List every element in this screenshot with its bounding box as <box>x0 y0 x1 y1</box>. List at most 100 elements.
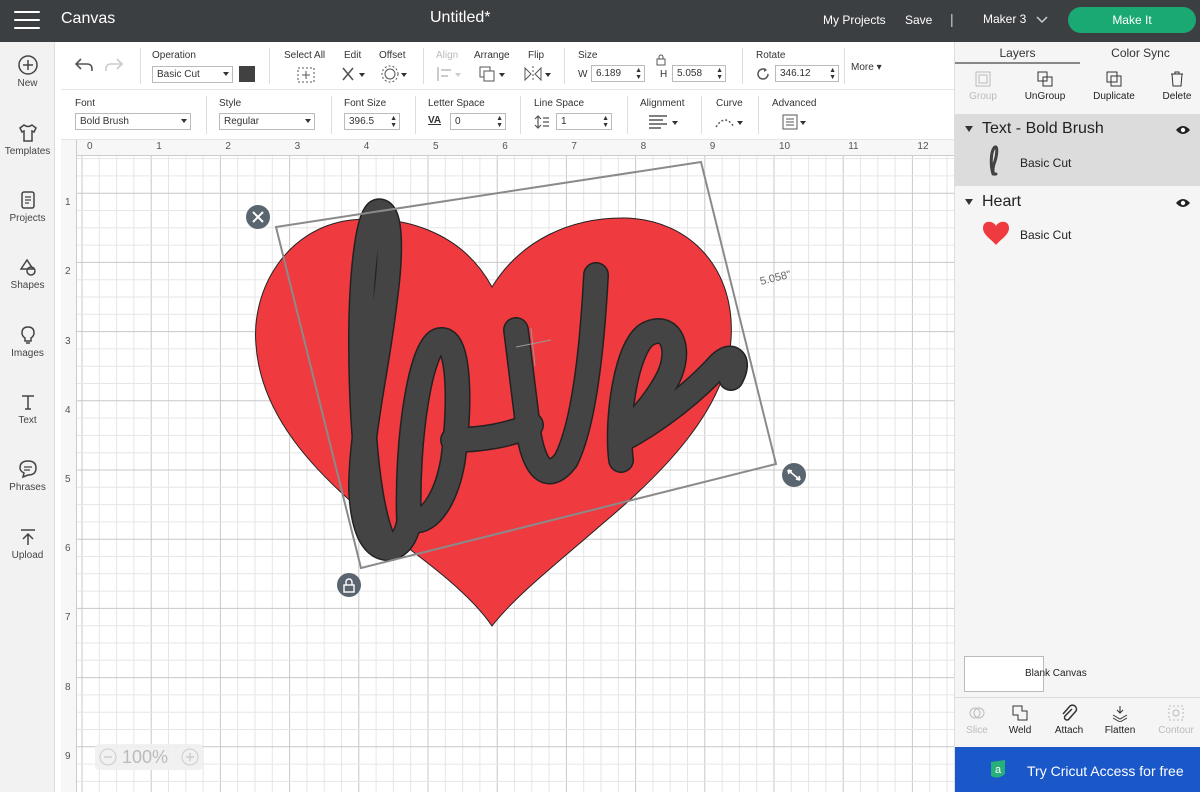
tab-color-sync[interactable]: Color Sync <box>1080 42 1200 64</box>
ruler-mark: 12 <box>917 141 929 152</box>
lock-icon[interactable] <box>655 54 667 66</box>
nav-images[interactable]: Images <box>0 324 55 359</box>
select-all-icon[interactable] <box>296 66 316 84</box>
access-banner-text: Try Cricut Access for free <box>1027 763 1184 779</box>
text-align-icon[interactable] <box>647 113 681 131</box>
top-bar: Canvas Untitled* My Projects Save | Make… <box>0 0 1200 42</box>
chevron-down-icon[interactable] <box>1035 13 1049 25</box>
nav-new[interactable]: New <box>0 54 55 89</box>
height-input[interactable]: 5.058 ▲ ▼ <box>672 65 726 82</box>
bottom-tools: Slice Weld Attach Flatten Contour <box>955 697 1200 747</box>
nav-text-label: Text <box>18 415 37 426</box>
eye-icon[interactable] <box>1175 197 1191 209</box>
line-space-input[interactable]: 1 ▲ ▼ <box>556 113 612 130</box>
nav-images-label: Images <box>11 348 44 359</box>
heart-layer-thumbnail <box>983 221 1009 245</box>
app-title: Canvas <box>61 10 116 27</box>
nav-shapes-label: Shapes <box>10 280 45 291</box>
advanced-icon[interactable] <box>781 113 809 131</box>
layer-operation: Basic Cut <box>1020 156 1072 170</box>
style-select[interactable]: Regular <box>219 113 315 130</box>
my-projects-link[interactable]: My Projects <box>823 13 886 27</box>
nav-phrases[interactable]: Phrases <box>0 458 55 493</box>
nav-upload[interactable]: Upload <box>0 526 55 561</box>
zoom-in-icon[interactable] <box>181 748 199 766</box>
layer-name: Heart <box>982 193 1022 210</box>
edit-icon[interactable] <box>340 65 368 83</box>
edit-label: Edit <box>344 50 362 61</box>
operation-select[interactable]: Basic Cut <box>152 66 233 83</box>
operation-color-swatch[interactable] <box>239 66 255 82</box>
svg-text:a: a <box>995 764 1002 776</box>
contour-icon <box>1168 705 1184 721</box>
eye-icon[interactable] <box>1175 124 1191 136</box>
more-button[interactable]: More ▾ <box>851 62 882 73</box>
machine-selector[interactable]: Maker 3 <box>983 12 1026 26</box>
flatten-button[interactable]: Flatten <box>1099 704 1141 736</box>
delete-button[interactable]: Delete <box>1155 70 1199 102</box>
ruler-mark: 7 <box>65 612 71 624</box>
slice-icon <box>969 707 985 719</box>
curve-icon[interactable] <box>714 113 744 131</box>
nav-templates-label: Templates <box>4 146 51 157</box>
layer-group-heart[interactable]: Heart Basic Cut <box>955 186 1200 266</box>
nav-projects[interactable]: Projects <box>0 189 55 224</box>
dimension-label: 5.058" <box>759 269 792 288</box>
undo-icon[interactable] <box>73 56 95 74</box>
delete-handle[interactable] <box>246 205 270 229</box>
horizontal-ruler: 0 1 2 3 4 5 6 7 8 9 10 11 12 <box>61 140 954 156</box>
trash-icon <box>1171 71 1183 87</box>
redo-icon[interactable] <box>103 56 125 74</box>
cricut-access-banner[interactable]: a Try Cricut Access for free <box>955 747 1200 792</box>
ruler-mark: 7 <box>571 141 577 152</box>
group-button[interactable]: Group <box>961 70 1005 102</box>
align-icon[interactable] <box>435 65 463 83</box>
flip-icon[interactable] <box>522 65 552 83</box>
document-title[interactable]: Untitled* <box>430 9 490 27</box>
letter-space-input[interactable]: 0 ▲ ▼ <box>450 113 506 130</box>
nav-text[interactable]: Text <box>0 391 55 426</box>
duplicate-button[interactable]: Duplicate <box>1087 70 1141 102</box>
ungroup-icon <box>1037 71 1053 87</box>
duplicate-icon <box>1106 71 1122 87</box>
separator: | <box>950 11 954 27</box>
operation-value: Basic Cut <box>157 69 200 80</box>
width-input[interactable]: 6.189 ▲ ▼ <box>591 65 645 82</box>
slice-button[interactable]: Slice <box>957 704 997 736</box>
contour-button[interactable]: Contour <box>1153 704 1199 736</box>
ruler-mark: 6 <box>502 141 508 152</box>
attach-button[interactable]: Attach <box>1048 704 1090 736</box>
layer-group-text[interactable]: Text - Bold Brush Basic Cut <box>955 114 1200 186</box>
nav-shapes[interactable]: Shapes <box>0 256 55 291</box>
ruler-mark: 2 <box>65 266 71 278</box>
design-canvas[interactable]: 5.058" 0 1 2 3 4 5 6 7 8 9 10 11 12 123456789 100% <box>61 140 954 792</box>
ungroup-button[interactable]: UnGroup <box>1019 70 1071 102</box>
letter-space-label: Letter Space <box>428 98 485 109</box>
speech-bubble-icon <box>18 460 37 479</box>
make-it-button[interactable]: Make It <box>1068 7 1196 33</box>
arrange-icon[interactable] <box>478 65 508 83</box>
ruler-mark: 9 <box>65 750 71 762</box>
operation-label: Operation <box>152 50 196 61</box>
lock-handle[interactable] <box>337 573 361 597</box>
rotate-input[interactable]: 346.12 ▲ ▼ <box>775 65 839 82</box>
canvas-artwork: 5.058" <box>246 160 806 627</box>
nav-projects-label: Projects <box>9 213 46 224</box>
arrange-label: Arrange <box>474 50 510 61</box>
save-button[interactable]: Save <box>905 13 932 27</box>
layers-panel: Layers Color Sync Group UnGroup Duplicat… <box>954 42 1200 792</box>
flatten-icon <box>1112 706 1128 722</box>
offset-icon[interactable] <box>381 65 409 83</box>
ruler-mark: 9 <box>709 141 716 152</box>
font-size-input[interactable]: 396.5 ▲ ▼ <box>344 113 400 130</box>
tab-layers[interactable]: Layers <box>955 42 1080 64</box>
nav-templates[interactable]: Templates <box>0 122 55 157</box>
ruler-mark: 4 <box>363 141 370 152</box>
zoom-out-icon[interactable] <box>99 748 117 766</box>
width-value: 6.189 <box>596 68 622 79</box>
weld-button[interactable]: Weld <box>1000 704 1040 736</box>
resize-handle[interactable] <box>782 463 806 487</box>
lightbulb-icon <box>20 326 35 344</box>
hamburger-menu-icon[interactable] <box>14 11 40 31</box>
font-select[interactable]: Bold Brush <box>75 113 191 130</box>
